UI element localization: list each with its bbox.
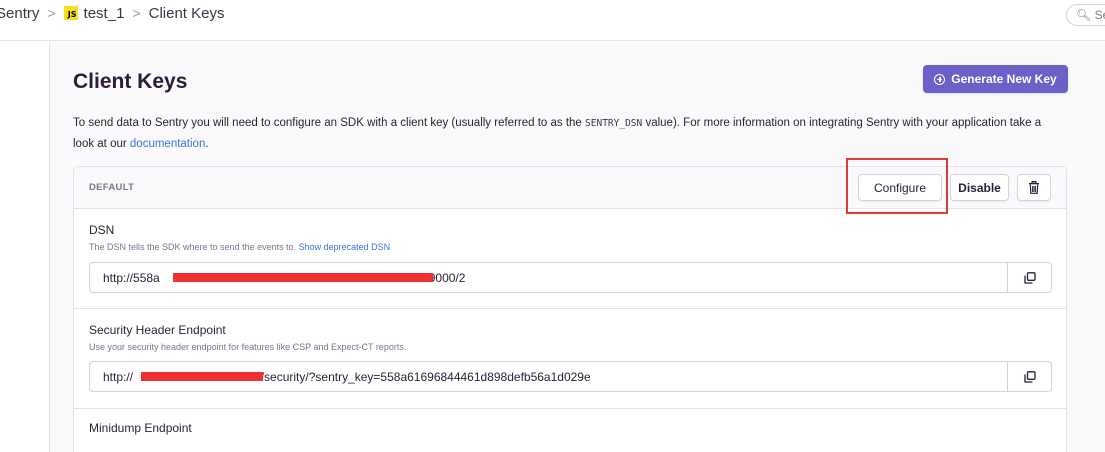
generate-new-key-button[interactable]: Generate New Key — [923, 65, 1068, 93]
security-endpoint-field[interactable]: http:// 2/security/?sentry_key=558a616968… — [89, 361, 1052, 392]
redaction-mark — [141, 372, 263, 381]
page-description: To send data to Sentry you will need to … — [73, 113, 1063, 154]
description-code: SENTRY_DSN — [585, 118, 643, 129]
breadcrumb-page: Client Keys — [148, 4, 225, 22]
copy-security-endpoint-button[interactable] — [1007, 362, 1051, 391]
generate-new-key-label: Generate New Key — [951, 72, 1057, 86]
search-placeholder: Search — [1094, 8, 1105, 22]
breadcrumb-project[interactable]: test_1 — [84, 5, 125, 22]
copy-icon — [1023, 271, 1036, 284]
search-icon: 🔍︎ — [1076, 8, 1092, 22]
key-name-label: DEFAULT — [89, 182, 135, 193]
top-bar: Sentry > JS test_1 > Client Keys 🔍︎ Sear… — [0, 0, 1105, 41]
plus-circle-icon — [934, 73, 946, 85]
dsn-field[interactable]: http://558a 6:9000/2 — [89, 262, 1052, 293]
breadcrumb-separator: > — [47, 5, 56, 21]
trash-icon — [1029, 181, 1039, 194]
dsn-value-prefix: http://558a — [103, 271, 160, 285]
disable-button[interactable]: Disable — [950, 174, 1009, 201]
description-text: To send data to Sentry you will need to … — [73, 117, 582, 129]
javascript-icon: JS — [63, 6, 78, 20]
dsn-title: DSN — [89, 223, 115, 237]
security-title: Security Header Endpoint — [89, 323, 226, 337]
security-value-suffix: 2/security/?sentry_key=558a61696844461d8… — [254, 370, 591, 384]
minidump-title: Minidump Endpoint — [89, 421, 192, 435]
dsn-help-text: The DSN tells the SDK where to send the … — [89, 242, 297, 252]
breadcrumb-separator: > — [132, 5, 141, 21]
minidump-endpoint-section: Minidump Endpoint — [74, 409, 1066, 452]
description-end: . — [205, 138, 209, 150]
redaction-mark — [173, 273, 433, 282]
breadcrumb-org[interactable]: Sentry — [0, 5, 39, 22]
copy-dsn-button[interactable] — [1007, 263, 1051, 292]
page-title: Client Keys — [73, 70, 188, 93]
copy-icon — [1023, 370, 1036, 383]
breadcrumb: Sentry > JS test_1 > Client Keys — [0, 4, 224, 22]
documentation-link[interactable]: documentation — [130, 138, 205, 150]
security-value-prefix: http:// — [103, 370, 134, 384]
dsn-section: DSN The DSN tells the SDK where to send … — [74, 209, 1066, 309]
security-help: Use your security header endpoint for fe… — [89, 342, 407, 352]
security-endpoint-section: Security Header Endpoint Use your securi… — [74, 309, 1066, 409]
search-input[interactable]: 🔍︎ Search — [1066, 4, 1105, 26]
dsn-help: The DSN tells the SDK where to send the … — [89, 242, 390, 252]
show-deprecated-dsn-link[interactable]: Show deprecated DSN — [299, 242, 391, 252]
delete-button[interactable] — [1017, 174, 1051, 201]
highlight-annotation — [846, 158, 948, 214]
